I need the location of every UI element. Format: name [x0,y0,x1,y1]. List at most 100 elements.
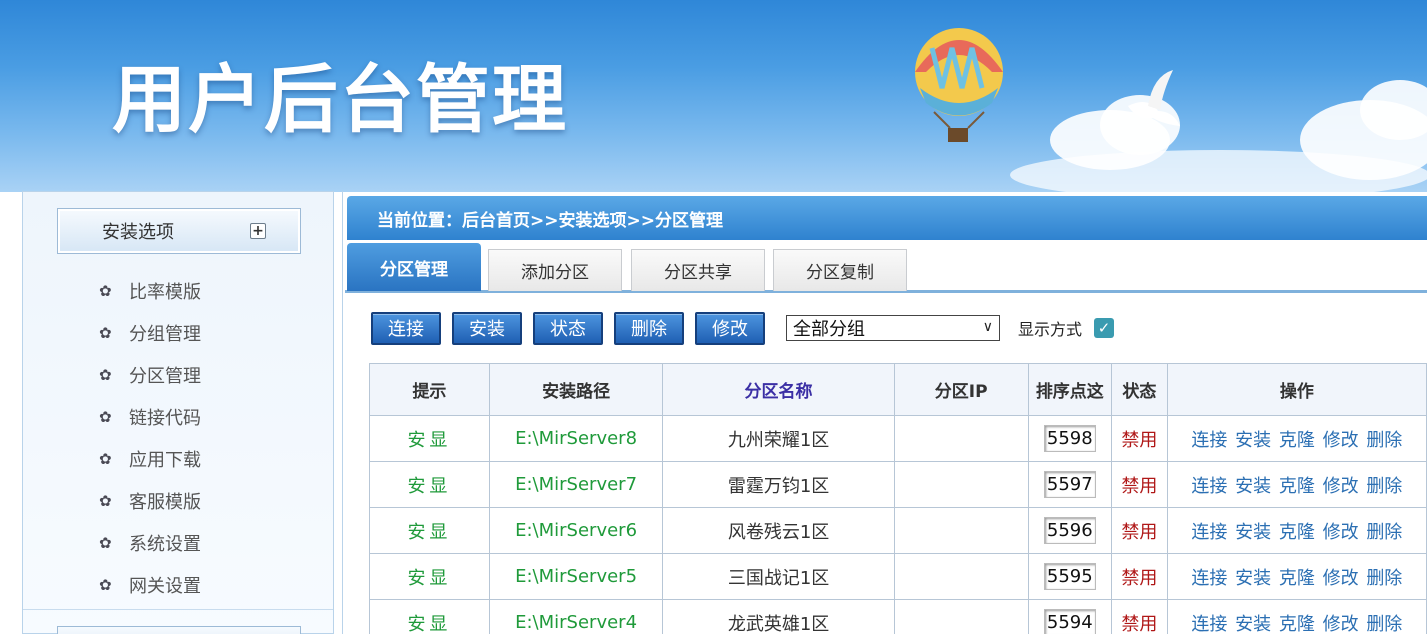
sidebar-divider [23,609,333,610]
install-button[interactable]: 安装 [452,311,522,345]
row-connect-link[interactable]: 连接 [1191,476,1227,497]
row-delete-link[interactable]: 删除 [1366,522,1402,543]
row-partition-ip [893,507,1029,554]
row-install-link[interactable]: 安装 [1235,614,1271,634]
row-status[interactable]: 禁用 [1111,461,1168,508]
order-input[interactable]: 5596 [1043,517,1096,544]
sidebar-item-label: 网关设置 [129,576,201,597]
group-select[interactable]: 全部分组 ∨ [786,315,1000,341]
sidebar-item-app-download[interactable]: ✿ 应用下载 [99,438,201,480]
row-actions: 连接 安装 克隆 修改 删除 [1166,507,1427,554]
row-partition-ip [893,553,1029,600]
main-panel: 当前位置：后台首页>>安装选项>>分区管理 分区管理 添加分区 分区共享 分区复… [342,191,1427,634]
sidebar-item-label: 分组管理 [129,324,201,345]
row-status[interactable]: 禁用 [1111,599,1168,634]
row-delete-link[interactable]: 删除 [1366,476,1402,497]
delete-button[interactable]: 删除 [614,311,684,345]
chevron-down-icon: ∨ [982,319,993,335]
display-mode-checkbox[interactable]: ✓ [1094,318,1115,338]
row-actions: 连接 安装 克隆 修改 删除 [1166,553,1427,600]
tab-partition-share[interactable]: 分区共享 [631,249,765,291]
row-install-link[interactable]: 安装 [1235,568,1271,589]
row-order-cell: 5598 [1027,415,1113,462]
row-clone-link[interactable]: 克隆 [1279,568,1315,589]
row-install-path: E:\MirServer5 [488,553,664,600]
row-connect-link[interactable]: 连接 [1191,568,1227,589]
cloud-decoration [1010,150,1427,192]
row-modify-link[interactable]: 修改 [1323,430,1359,451]
row-clone-link[interactable]: 克隆 [1279,476,1315,497]
row-status[interactable]: 禁用 [1111,553,1168,600]
row-clone-link[interactable]: 克隆 [1279,522,1315,543]
sidebar-next-section-header[interactable] [57,626,301,634]
gear-icon: ✿ [99,282,112,300]
connect-button[interactable]: 连接 [371,311,441,345]
sidebar-item-label: 链接代码 [129,408,201,429]
sidebar-item-partition-management[interactable]: ✿ 分区管理 [99,354,201,396]
gear-icon: ✿ [99,576,112,594]
dove-icon [1128,70,1180,126]
sidebar-item-link-code[interactable]: ✿ 链接代码 [99,396,201,438]
table-row: 安显 E:\MirServer5 三国战记1区 5595 禁用 连接 安装 克隆 修改 删… [369,553,1427,600]
modify-button[interactable]: 修改 [695,311,765,345]
status-button[interactable]: 状态 [533,311,603,345]
tab-add-partition[interactable]: 添加分区 [488,249,622,291]
row-partition-ip [893,415,1029,462]
row-actions: 连接 安装 克隆 修改 删除 [1166,415,1427,462]
tab-partition-copy[interactable]: 分区复制 [773,249,907,291]
column-header-status: 状态 [1111,363,1168,416]
row-install-link[interactable]: 安装 [1235,476,1271,497]
row-modify-link[interactable]: 修改 [1323,522,1359,543]
sidebar-item-label: 比率模版 [129,282,201,303]
order-input[interactable]: 5598 [1043,425,1096,452]
row-install-link[interactable]: 安装 [1235,522,1271,543]
sidebar-item-gateway-settings[interactable]: ✿ 网关设置 [99,564,201,606]
row-partition-ip [893,461,1029,508]
row-order-cell: 5596 [1027,507,1113,554]
column-header-name[interactable]: 分区名称 [662,363,895,416]
sidebar: 安装选项 + ✿ 比率模版 ✿ 分组管理 ✿ 分区管理 ✿ 链接代码 ✿ 应用下载 ✿ 客服… [22,191,334,634]
gear-icon: ✿ [99,492,112,510]
sidebar-section-header[interactable]: 安装选项 + [57,208,301,254]
sidebar-item-system-settings[interactable]: ✿ 系统设置 [99,522,201,564]
display-mode-label: 显示方式 [1018,320,1083,339]
order-input[interactable]: 5594 [1043,609,1096,634]
row-install-path: E:\MirServer6 [488,507,664,554]
sidebar-item-label: 客服模版 [129,492,201,513]
partition-table: 提示 安装路径 分区名称 分区IP 排序点这 状态 操作 安显 E:\MirSer… [369,363,1427,634]
sidebar-item-service-template[interactable]: ✿ 客服模版 [99,480,201,522]
row-tip: 安显 [369,553,490,600]
row-install-link[interactable]: 安装 [1235,430,1271,451]
row-delete-link[interactable]: 删除 [1366,614,1402,634]
tab-partition-management[interactable]: 分区管理 [347,243,481,291]
row-order-cell: 5594 [1027,599,1113,634]
row-status[interactable]: 禁用 [1111,507,1168,554]
sidebar-item-ratio-template[interactable]: ✿ 比率模版 [99,270,201,312]
row-connect-link[interactable]: 连接 [1191,430,1227,451]
row-modify-link[interactable]: 修改 [1323,614,1359,634]
gear-icon: ✿ [99,324,112,342]
expand-plus-icon[interactable]: + [250,223,266,239]
row-tip: 安显 [369,461,490,508]
column-header-order[interactable]: 排序点这 [1027,363,1113,416]
gear-icon: ✿ [99,408,112,426]
row-modify-link[interactable]: 修改 [1323,476,1359,497]
row-connect-link[interactable]: 连接 [1191,522,1227,543]
row-order-cell: 5595 [1027,553,1113,600]
row-modify-link[interactable]: 修改 [1323,568,1359,589]
order-input[interactable]: 5597 [1043,471,1096,498]
row-actions: 连接 安装 克隆 修改 删除 [1166,599,1427,634]
row-clone-link[interactable]: 克隆 [1279,430,1315,451]
table-row: 安显 E:\MirServer7 雷霆万钧1区 5597 禁用 连接 安装 克隆 修改 删… [369,461,1427,508]
tab-bar: 分区管理 添加分区 分区共享 分区复制 [345,241,1427,293]
column-header-path: 安装路径 [488,363,664,416]
sidebar-item-group-management[interactable]: ✿ 分组管理 [99,312,201,354]
row-tip: 安显 [369,507,490,554]
row-delete-link[interactable]: 删除 [1366,568,1402,589]
row-delete-link[interactable]: 删除 [1366,430,1402,451]
row-connect-link[interactable]: 连接 [1191,614,1227,634]
row-status[interactable]: 禁用 [1111,415,1168,462]
table-row: 安显 E:\MirServer8 九州荣耀1区 5598 禁用 连接 安装 克隆 修改 删… [369,415,1427,462]
row-clone-link[interactable]: 克隆 [1279,614,1315,634]
order-input[interactable]: 5595 [1043,563,1096,590]
